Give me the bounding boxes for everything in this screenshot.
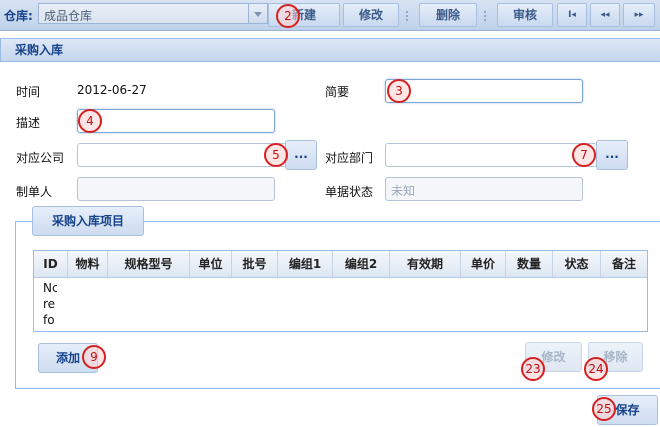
company-label: 对应公司: [16, 151, 65, 165]
annotation-marker: 4: [78, 109, 102, 133]
column-header[interactable]: 编组1: [278, 251, 333, 277]
annotation-marker: 23: [521, 357, 545, 381]
items-legend[interactable]: 采购入库项目: [32, 206, 144, 236]
doc-status-value: 未知: [391, 184, 416, 198]
department-label: 对应部门: [325, 151, 374, 165]
doc-status-field[interactable]: 未知: [385, 177, 583, 201]
grid-empty-text: fo: [43, 313, 55, 327]
annotation-marker: 9: [82, 345, 106, 369]
company-input[interactable]: [77, 143, 287, 167]
grid-empty-text: Nc: [43, 281, 57, 295]
items-grid[interactable]: ID 物料 规格型号 单位 批号 编组1 编组2 有效期 单价 数量 状态 备注…: [33, 250, 648, 332]
panel-title: 采购入库: [0, 38, 660, 62]
annotation-marker: 5: [264, 143, 288, 167]
toolbar-separator: [406, 11, 408, 21]
column-header[interactable]: 单位: [190, 251, 232, 277]
annotation-marker: 2: [276, 4, 300, 28]
annotation-marker: 7: [572, 143, 596, 167]
next-record-icon[interactable]: ▸▸: [623, 3, 655, 27]
warehouse-value: 成品仓库: [44, 9, 93, 23]
toolbar-separator: [484, 11, 486, 21]
column-header[interactable]: 批号: [232, 251, 278, 277]
summary-input[interactable]: [385, 79, 583, 103]
column-header[interactable]: ID: [34, 251, 68, 277]
column-header[interactable]: 编组2: [333, 251, 390, 277]
description-input[interactable]: [77, 109, 275, 133]
audit-button[interactable]: 审核: [497, 3, 553, 27]
summary-label: 简要: [325, 85, 350, 99]
top-toolbar: 仓库: 成品仓库 新建 修改 删除 审核 I◂ ◂◂ ▸▸: [0, 0, 660, 31]
annotation-marker: 25: [592, 397, 616, 421]
time-value: 2012-06-27: [77, 83, 147, 97]
department-input[interactable]: [385, 143, 597, 167]
time-label: 时间: [16, 85, 41, 99]
chevron-down-icon[interactable]: [248, 4, 267, 23]
column-header[interactable]: 单价: [461, 251, 506, 277]
column-header[interactable]: 数量: [506, 251, 553, 277]
previous-record-icon[interactable]: ◂◂: [590, 3, 620, 27]
first-record-icon[interactable]: I◂: [557, 3, 587, 27]
company-select-button[interactable]: ...: [285, 140, 317, 170]
doc-status-label: 单据状态: [325, 185, 374, 199]
column-header[interactable]: 规格型号: [108, 251, 190, 277]
column-header[interactable]: 备注: [601, 251, 647, 277]
column-header[interactable]: 有效期: [390, 251, 461, 277]
department-select-button[interactable]: ...: [596, 140, 628, 170]
edit-button[interactable]: 修改: [343, 3, 399, 27]
creator-label: 制单人: [16, 185, 53, 199]
column-header[interactable]: 状态: [553, 251, 601, 277]
creator-input[interactable]: [77, 177, 275, 201]
grid-empty-text: re: [43, 297, 56, 311]
description-label: 描述: [16, 116, 41, 130]
grid-header: ID 物料 规格型号 单位 批号 编组1 编组2 有效期 单价 数量 状态 备注: [34, 251, 647, 278]
warehouse-combobox[interactable]: 成品仓库: [38, 3, 268, 24]
annotation-marker: 24: [584, 357, 608, 381]
delete-button[interactable]: 删除: [419, 3, 477, 27]
warehouse-label: 仓库:: [4, 9, 33, 23]
column-header[interactable]: 物料: [68, 251, 108, 277]
annotation-marker: 3: [387, 79, 411, 103]
